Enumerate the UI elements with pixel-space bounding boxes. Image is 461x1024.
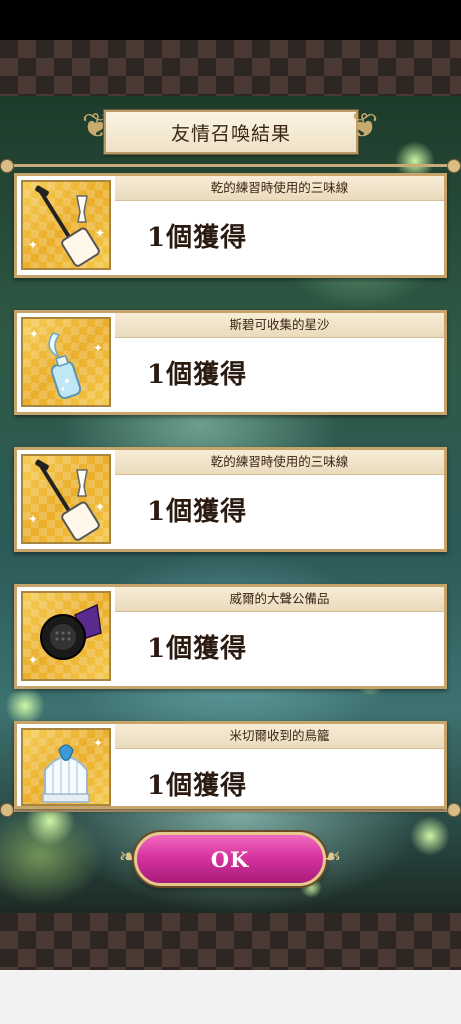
- result-card: ✦ ✦ 乾的練習時使用的三味線 1個獲得: [14, 447, 447, 552]
- page-title: 友情召喚結果: [104, 110, 358, 154]
- result-card: ✦ ✦ 斯碧可收集的星沙 1個獲得: [14, 310, 447, 415]
- item-name: 乾的練習時使用的三味線: [115, 450, 444, 475]
- status-bar: [0, 0, 461, 40]
- harlequin-border-bottom: [0, 913, 461, 970]
- shamisen-icon: [35, 185, 100, 267]
- title-flourish-right-icon: ❦: [349, 106, 379, 146]
- item-count: 1個獲得: [147, 360, 248, 390]
- item-count: 1個獲得: [147, 223, 248, 253]
- item-count: 1個獲得: [147, 771, 248, 801]
- shamisen-icon: [35, 459, 100, 541]
- harlequin-border-top: [0, 40, 461, 96]
- item-name: 威爾的大聲公備品: [115, 587, 444, 612]
- item-icon-frame: ✦: [21, 728, 111, 806]
- item-name: 斯碧可收集的星沙: [115, 313, 444, 338]
- ok-button[interactable]: OK: [134, 832, 326, 886]
- item-icon-frame: ✦: [21, 591, 111, 681]
- result-card: ✦ 米切爾收到的鳥籠 1個獲得: [14, 721, 447, 809]
- item-icon-frame: ✦ ✦: [21, 180, 111, 270]
- navigation-bar: [0, 970, 461, 1024]
- item-count: 1個獲得: [147, 497, 248, 527]
- item-count: 1個獲得: [147, 634, 248, 664]
- item-name: 乾的練習時使用的三味線: [115, 176, 444, 201]
- item-icon-frame: ✦ ✦: [21, 454, 111, 544]
- ok-flourish-right-icon: ❧: [322, 845, 342, 870]
- item-icon-frame: ✦ ✦: [21, 317, 111, 407]
- result-card: ✦ 威爾的大聲公備品 1個獲得: [14, 584, 447, 689]
- item-name: 米切爾收到的鳥籠: [115, 724, 444, 749]
- result-card: ✦ ✦ 乾的練習時使用的三味線 1個獲得: [14, 173, 447, 278]
